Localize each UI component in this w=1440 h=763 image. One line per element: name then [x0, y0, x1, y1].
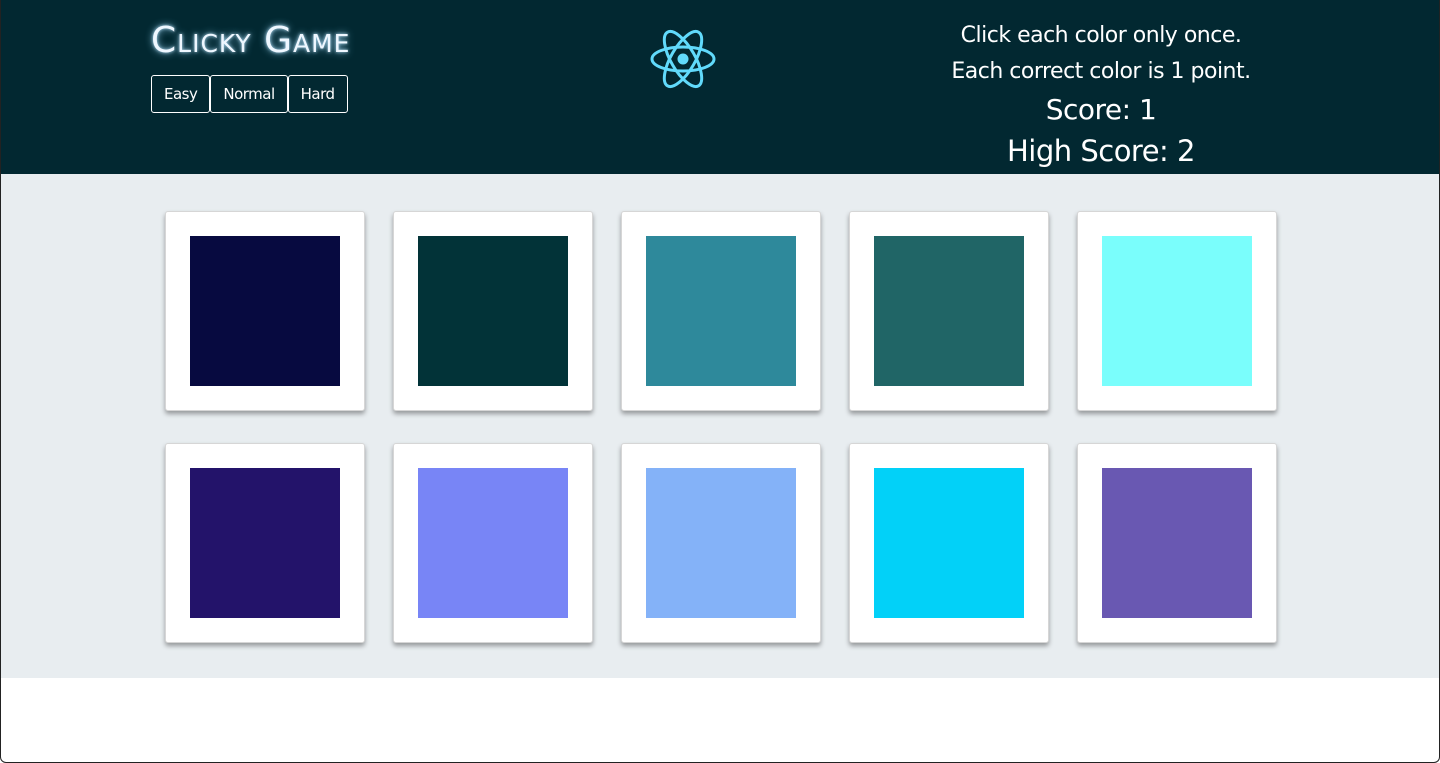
color-card[interactable]	[621, 443, 821, 643]
instruction-line: Each correct color is 1 point.	[951, 59, 1251, 84]
game-page: Clicky Game Easy Normal Hard Click each …	[0, 0, 1440, 763]
color-swatch	[1102, 468, 1252, 618]
color-card[interactable]	[1077, 443, 1277, 643]
game-title: Clicky Game	[151, 20, 351, 61]
color-card[interactable]	[165, 211, 365, 411]
high-score-display: High Score: 2	[1006, 134, 1196, 168]
color-card[interactable]	[621, 211, 821, 411]
color-swatch	[190, 236, 340, 386]
color-card[interactable]	[393, 211, 593, 411]
score-display: Score: 1	[1045, 93, 1157, 126]
color-swatch	[646, 468, 796, 618]
difficulty-selector: Easy Normal Hard	[151, 75, 348, 113]
color-swatch	[646, 236, 796, 386]
color-card[interactable]	[1077, 211, 1277, 411]
color-swatch	[190, 468, 340, 618]
normal-button[interactable]: Normal	[210, 75, 288, 113]
color-swatch	[874, 236, 1024, 386]
instruction-line: Click each color only once.	[960, 23, 1242, 48]
card-grid	[165, 211, 1277, 643]
header: Clicky Game Easy Normal Hard Click each …	[1, 0, 1439, 174]
color-card[interactable]	[849, 443, 1049, 643]
color-swatch	[418, 468, 568, 618]
color-swatch	[1102, 236, 1252, 386]
instructions-panel: Click each color only once. Each correct…	[901, 18, 1301, 172]
color-card[interactable]	[165, 443, 365, 643]
color-card[interactable]	[393, 443, 593, 643]
color-swatch	[418, 236, 568, 386]
easy-button[interactable]: Easy	[151, 75, 211, 113]
hard-button[interactable]: Hard	[287, 75, 348, 113]
color-swatch	[874, 468, 1024, 618]
game-board	[1, 174, 1439, 678]
react-atom-icon	[649, 25, 717, 93]
color-card[interactable]	[849, 211, 1049, 411]
